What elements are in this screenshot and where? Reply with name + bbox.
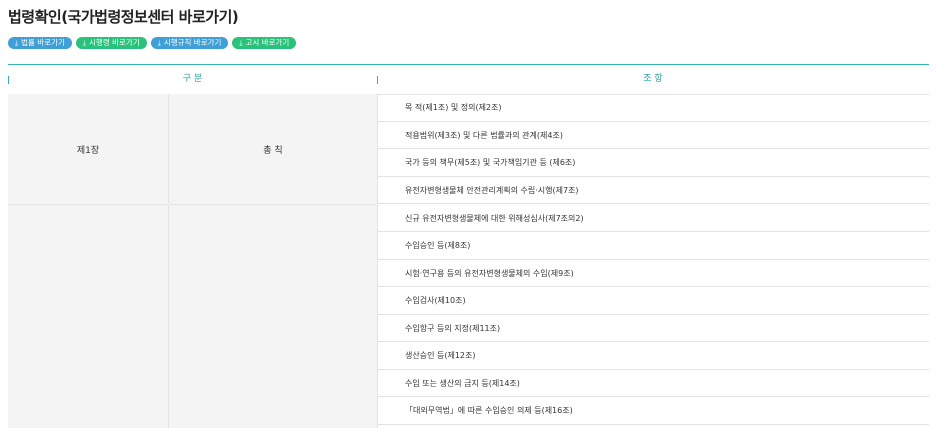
chapter-cell xyxy=(8,205,168,428)
article-row[interactable]: 적용범위(제3조) 및 다른 법률과의 관계(제4조) xyxy=(377,122,929,149)
notice-link-button[interactable]: ⤓ 고시 바로가기 xyxy=(232,37,297,49)
article-row[interactable]: 수입 또는 생산의 금지 등(제14조) xyxy=(377,370,929,397)
enforcement-rule-link-label: 시행규칙 바로가기 xyxy=(163,38,222,47)
law-link-button[interactable]: ⤓ 법률 바로가기 xyxy=(8,37,72,49)
article-row[interactable]: 시험·연구용 등의 유전자변형생물체의 수입(제9조) xyxy=(377,260,929,287)
download-icon: ⤓ xyxy=(82,38,87,47)
article-row[interactable]: 수입검사(제10조) xyxy=(377,287,929,315)
article-row[interactable]: 「대외무역법」에 따른 수입승인 의제 등(제16조) xyxy=(377,397,929,425)
section-cell: 총 칙 xyxy=(169,94,377,205)
download-icon: ⤓ xyxy=(239,38,243,47)
page-title: 법령확인(국가법령정보센터 바로가기) xyxy=(8,8,239,26)
enforcement-rule-link-button[interactable]: ⤓ 시행규칙 바로가기 xyxy=(150,37,229,49)
section-cell xyxy=(169,205,377,428)
chapter-cell: 제1장 xyxy=(8,94,168,205)
law-link-buttons: ⤓ 법률 바로가기 ⤓ 시행령 바로가기 ⤓ 시행규칙 바로가기 ⤓ 고시 바로… xyxy=(8,37,297,49)
article-row[interactable]: 목 적(제1조) 및 정의(제2조) xyxy=(377,94,929,122)
notice-link-label: 고시 바로가기 xyxy=(245,38,290,47)
table-header: 구 분 조 항 xyxy=(8,65,929,95)
download-icon: ⤓ xyxy=(15,38,19,47)
header-articles: 조 항 xyxy=(643,74,663,84)
enforcement-decree-link-label: 시행령 바로가기 xyxy=(89,38,140,47)
enforcement-decree-link-button[interactable]: ⤓ 시행령 바로가기 xyxy=(75,37,147,49)
article-row[interactable]: 유전자변형생물체 안전관리계획의 수립·시행(제7조) xyxy=(377,177,929,204)
download-icon: ⤓ xyxy=(157,38,161,47)
article-row[interactable]: 국가 등의 책무(제5조) 및 국가책임기관 등 (제6조) xyxy=(377,149,929,177)
article-row[interactable]: 수입승인 등(제8조) xyxy=(377,232,929,260)
article-row[interactable]: 신규 유전자변형생물체에 대한 위해성심사(제7조의2) xyxy=(377,205,929,232)
article-row[interactable]: 생산승인 등(제12조) xyxy=(377,342,929,370)
law-articles-table: 구 분 조 항 제1장 총 칙 목 적(제1조) 및 정의(제2조) 적용범위(… xyxy=(8,64,929,428)
law-link-label: 법률 바로가기 xyxy=(21,38,65,47)
article-row[interactable]: 수입항구 등의 지정(제11조) xyxy=(377,315,929,342)
header-category: 구 분 xyxy=(182,74,203,84)
